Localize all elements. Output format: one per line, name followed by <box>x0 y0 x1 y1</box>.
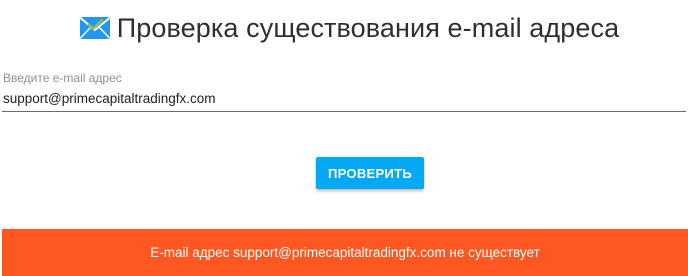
email-field-group: Введите e-mail адрес <box>2 70 688 112</box>
page-header: Проверка существования e-mail адреса <box>0 8 688 48</box>
result-banner: E-mail адрес support@primecapitaltrading… <box>2 229 688 276</box>
page-title: Проверка существования e-mail адреса <box>116 12 620 43</box>
email-input[interactable] <box>2 86 686 112</box>
email-field-label: Введите e-mail адрес <box>3 71 122 85</box>
check-button[interactable]: ПРОВЕРИТЬ <box>316 157 424 189</box>
result-message: E-mail адрес support@primecapitaltrading… <box>150 245 540 260</box>
envelope-check-icon <box>79 16 111 40</box>
